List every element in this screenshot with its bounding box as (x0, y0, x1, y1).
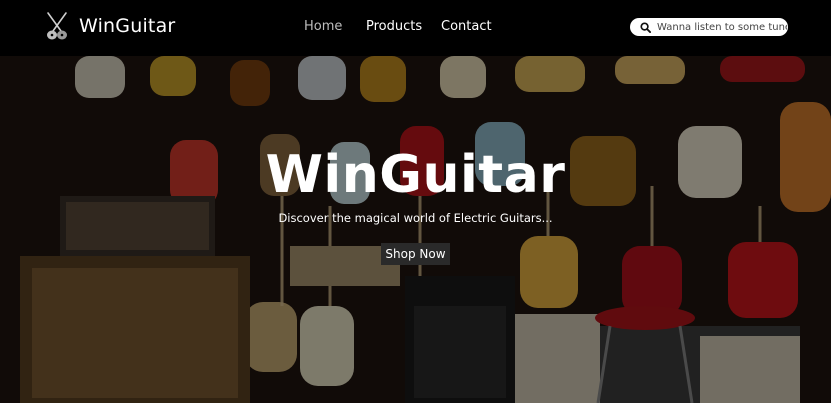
hero-title: WinGuitar (265, 145, 566, 205)
hero-overlay (0, 56, 831, 403)
brand-name: WinGuitar (79, 15, 176, 37)
search-input[interactable] (657, 21, 787, 33)
search-icon (640, 21, 651, 33)
search-box[interactable] (630, 18, 788, 36)
crossed-guitars-icon (47, 12, 67, 40)
hero-subtitle: Discover the magical world of Electric G… (278, 211, 553, 225)
nav-link-products[interactable]: Products (366, 19, 422, 34)
nav-link-contact[interactable]: Contact (441, 19, 492, 34)
shop-now-button[interactable]: Shop Now (381, 243, 450, 265)
brand-link[interactable]: WinGuitar (44, 11, 175, 41)
navbar: WinGuitar Home Products Contact (0, 0, 831, 56)
hero-section: WinGuitar Discover the magical world of … (0, 56, 831, 403)
nav-link-home[interactable]: Home (304, 19, 342, 34)
